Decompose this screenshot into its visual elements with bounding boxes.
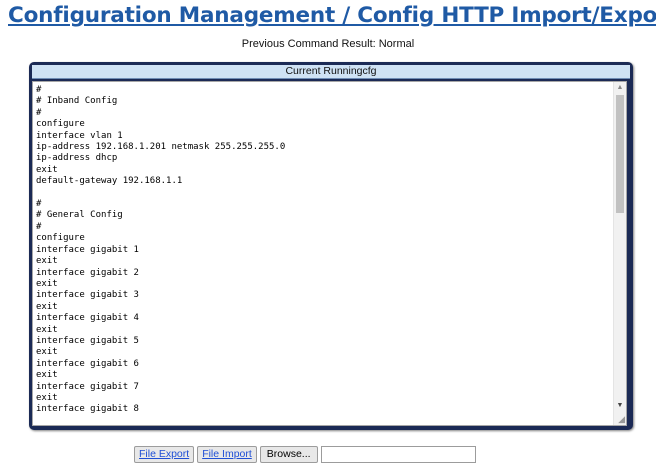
running-config-textarea[interactable]: # # Inband Config # configure interface … (32, 81, 627, 426)
browse-button[interactable]: Browse... (259, 446, 318, 463)
vertical-scrollbar[interactable]: ▲ ▼ (613, 82, 626, 425)
scroll-down-icon[interactable]: ▼ (614, 400, 626, 412)
running-config-header: Current Runningcfg (32, 65, 630, 79)
running-config-panel: Current Runningcfg # # Inband Config # c… (29, 62, 633, 430)
file-name-field[interactable] (320, 446, 476, 463)
file-export-button[interactable]: File Export (134, 446, 195, 463)
file-import-button[interactable]: File Import (197, 446, 257, 463)
resize-grip-icon[interactable]: ◢ (615, 414, 625, 424)
running-config-text: # # Inband Config # configure interface … (36, 85, 286, 415)
scrollbar-thumb[interactable] (616, 95, 624, 213)
file-action-bar: File Export File Import Browse... (134, 445, 476, 464)
scroll-up-icon[interactable]: ▲ (614, 82, 626, 94)
command-result-text: Previous Command Result: Normal (241, 38, 415, 50)
page-title: Configuration Management / Config HTTP I… (8, 3, 656, 28)
